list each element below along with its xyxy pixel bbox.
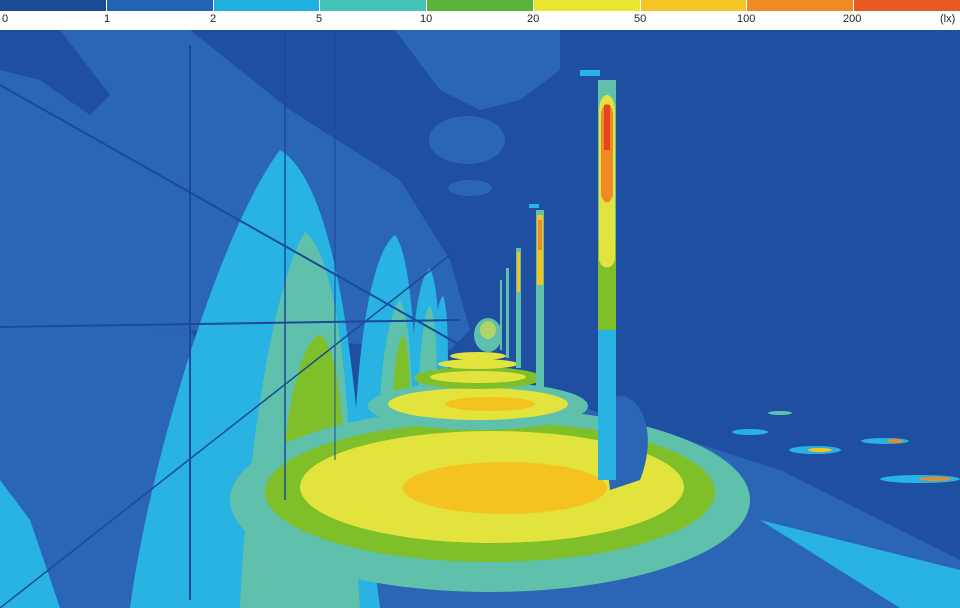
remote-light-spot — [732, 429, 768, 435]
remote-light-spot-core — [887, 439, 903, 443]
legend-swatch — [213, 0, 321, 11]
floor-pool-2-orange — [445, 397, 535, 411]
floor-pool-5-yellow — [450, 352, 506, 360]
distant-tree-highlight — [480, 321, 496, 339]
legend-tick-label: 50 — [634, 13, 647, 25]
legend-swatch — [854, 0, 960, 11]
column-3-core — [517, 252, 520, 292]
ceiling-patch — [448, 180, 492, 196]
ceiling-patch — [429, 116, 505, 164]
legend-swatch — [106, 0, 214, 11]
lamp-fixture-2 — [529, 204, 539, 208]
floor-pool-4-yellow — [438, 359, 518, 369]
lamp-fixture-1 — [580, 70, 600, 76]
column-4 — [506, 268, 509, 358]
floor-pool-3-yellow — [430, 371, 526, 383]
legend-swatch — [640, 0, 748, 11]
legend-tick-label: 100 — [737, 13, 756, 25]
remote-light-spot-core — [919, 477, 951, 481]
column-1-base — [598, 330, 616, 480]
legend-tick-label: 0 — [2, 13, 9, 25]
column-5 — [500, 280, 502, 350]
legend-swatch — [320, 0, 428, 11]
legend-tick-label: 20 — [527, 13, 540, 25]
remote-light-spot — [768, 411, 792, 415]
legend-tick-label: 1 — [104, 13, 111, 25]
remote-light-spot-core — [808, 448, 832, 452]
illuminance-legend: 0 1 2 5 10 20 50 100 200 (lx) — [0, 0, 960, 30]
false-color-illuminance-render — [0, 30, 960, 608]
legend-tick-label: 5 — [316, 13, 323, 25]
legend-color-bar — [0, 0, 960, 11]
legend-swatch — [0, 0, 107, 11]
floor-pool-1-orange — [403, 462, 607, 514]
legend-unit-label: (lx) — [940, 13, 956, 25]
legend-tick-label: 10 — [420, 13, 433, 25]
legend-swatch — [427, 0, 534, 11]
legend-swatch — [747, 0, 855, 11]
column-2-core — [538, 220, 542, 250]
legend-tick-label: 200 — [843, 13, 862, 25]
legend-tick-label: 2 — [210, 13, 217, 25]
column-1-red-core — [604, 105, 610, 150]
legend-swatch — [533, 0, 641, 11]
